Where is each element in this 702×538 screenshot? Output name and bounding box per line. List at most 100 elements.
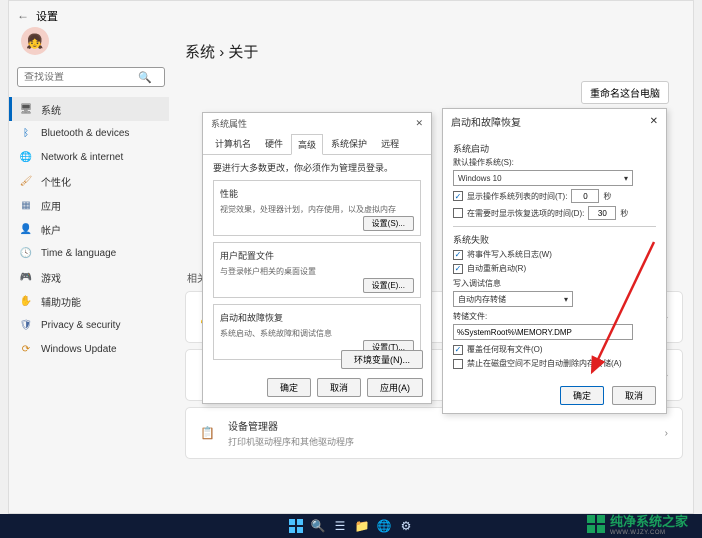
- sidebar-item-2[interactable]: 🌐 Network & internet: [9, 145, 169, 169]
- tab-4[interactable]: 远程: [375, 134, 405, 154]
- group-title: 性能: [220, 187, 414, 200]
- default-os-dropdown[interactable]: Windows 10 ▾: [453, 170, 633, 186]
- sidebar-label: 辅助功能: [41, 294, 81, 309]
- group-0: 性能视觉效果，处理器计划，内存使用，以及虚拟内存设置(S)...: [213, 180, 421, 236]
- sidebar-item-8[interactable]: ✋ 辅助功能: [9, 289, 169, 313]
- group-settings-button[interactable]: 设置(E)...: [363, 278, 414, 293]
- dlg1-apply[interactable]: 应用(A): [367, 378, 423, 397]
- show-os-list-seconds[interactable]: [571, 189, 599, 203]
- group-1: 用户配置文件与登录帐户相关的桌面设置设置(E)...: [213, 242, 421, 298]
- show-recovery-checkbox[interactable]: [453, 208, 463, 218]
- dump-file-label: 转储文件:: [453, 311, 656, 322]
- breadcrumb: 系统 › 关于: [185, 41, 683, 62]
- dlg1-ok[interactable]: 确定: [267, 378, 311, 397]
- debug-info-label: 写入调试信息: [453, 278, 656, 289]
- env-vars-button[interactable]: 环境变量(N)...: [341, 350, 423, 369]
- sidebar-label: Privacy & security: [41, 320, 120, 331]
- no-low-disk-checkbox[interactable]: [453, 359, 463, 369]
- tab-0[interactable]: 计算机名: [209, 134, 257, 154]
- auto-restart-label: 自动重新启动(R): [467, 263, 526, 274]
- sidebar-item-4[interactable]: ▦应用: [9, 193, 169, 217]
- crumb-system[interactable]: 系统: [185, 44, 215, 61]
- task-view-icon[interactable]: ☰: [331, 517, 349, 535]
- admin-note: 要进行大多数更改，你必须作为管理员登录。: [213, 161, 421, 174]
- group-desc: 视觉效果，处理器计划，内存使用，以及虚拟内存: [220, 204, 414, 215]
- window-title: 设置: [36, 8, 58, 24]
- group-desc: 与登录帐户相关的桌面设置: [220, 266, 414, 277]
- tab-3[interactable]: 系统保护: [325, 134, 373, 154]
- start-button[interactable]: [287, 517, 305, 535]
- startup-recovery-dialog: 启动和故障恢复 ✕ 系统启动 默认操作系统(S): Windows 10 ▾ ✓…: [442, 108, 667, 414]
- search-input[interactable]: [18, 72, 138, 83]
- sidebar-icon: ᛒ: [19, 128, 33, 139]
- watermark: 纯净系统之家 WWW.WJZY.COM: [587, 511, 688, 536]
- sidebar-icon: 🎮: [19, 272, 33, 283]
- sidebar-item-1[interactable]: ᛒ Bluetooth & devices: [9, 121, 169, 145]
- tab-1[interactable]: 硬件: [259, 134, 289, 154]
- sidebar-icon: 🖥: [19, 104, 33, 115]
- settings-icon[interactable]: ⚙: [397, 517, 415, 535]
- sidebar-label: Bluetooth & devices: [41, 128, 129, 139]
- overwrite-label: 覆盖任何现有文件(O): [467, 344, 543, 355]
- system-properties-dialog: 系统属性 ✕ 计算机名硬件高级系统保护远程 要进行大多数更改，你必须作为管理员登…: [202, 112, 432, 404]
- dlg1-close[interactable]: ✕: [415, 118, 423, 129]
- sec-label2: 秒: [620, 208, 628, 219]
- dlg2-cancel[interactable]: 取消: [612, 386, 656, 405]
- sidebar-item-3[interactable]: 🖌个性化: [9, 169, 169, 193]
- sidebar-icon: ▦: [19, 200, 33, 211]
- related-item-2[interactable]: 📋设备管理器打印机驱动程序和其他驱动程序›: [185, 407, 683, 459]
- avatar[interactable]: 👧: [21, 27, 49, 55]
- debug-info-dropdown[interactable]: 自动内存转储 ▾: [453, 291, 573, 307]
- sidebar-item-10[interactable]: ⟳Windows Update: [9, 337, 169, 361]
- overwrite-checkbox[interactable]: ✓: [453, 345, 463, 355]
- show-recovery-label: 在需要时显示恢复选项的时间(D):: [467, 208, 584, 219]
- chevron-right-icon: ›: [665, 428, 668, 439]
- related-icon: 📋: [200, 426, 218, 440]
- search-box[interactable]: 🔍: [17, 67, 165, 87]
- chevron-down-icon: ▾: [564, 295, 568, 304]
- dlg1-tabs: 计算机名硬件高级系统保护远程: [203, 134, 431, 155]
- back-button[interactable]: ←: [17, 8, 29, 22]
- sidebar-item-9[interactable]: 🛡 Privacy & security: [9, 313, 169, 337]
- group-settings-button[interactable]: 设置(S)...: [363, 216, 414, 231]
- sidebar-icon: 🖌: [19, 176, 33, 187]
- edge-icon[interactable]: 🌐: [375, 517, 393, 535]
- explorer-icon[interactable]: 📁: [353, 517, 371, 535]
- show-recovery-seconds[interactable]: [588, 206, 616, 220]
- sidebar-label: 游戏: [41, 270, 61, 285]
- group-desc: 系统启动、系统故障和调试信息: [220, 328, 414, 339]
- sidebar-item-6[interactable]: 🕓Time & language: [9, 241, 169, 265]
- write-log-checkbox[interactable]: ✓: [453, 250, 463, 260]
- dlg2-close[interactable]: ✕: [650, 116, 658, 127]
- sidebar: 🖥 系统 ᛒ Bluetooth & devices 🌐 Network & intern…: [9, 97, 169, 361]
- sec-label: 秒: [603, 191, 611, 202]
- sidebar-icon: 🌐: [19, 152, 33, 163]
- search-taskbar-icon[interactable]: 🔍: [309, 517, 327, 535]
- dump-file-input[interactable]: [453, 324, 633, 340]
- auto-restart-checkbox[interactable]: ✓: [453, 264, 463, 274]
- sidebar-label: Network & internet: [41, 152, 123, 163]
- sidebar-item-5[interactable]: 👤帐户: [9, 217, 169, 241]
- watermark-url: WWW.WJZY.COM: [610, 530, 688, 536]
- sidebar-label: 系统: [41, 102, 61, 117]
- default-os-label: 默认操作系统(S):: [453, 157, 656, 168]
- show-os-list-label: 显示操作系统列表的时间(T):: [467, 191, 567, 202]
- dlg2-ok[interactable]: 确定: [560, 386, 604, 405]
- rename-pc-button[interactable]: 重命名这台电脑: [581, 81, 669, 104]
- tab-2[interactable]: 高级: [291, 134, 323, 155]
- chevron-down-icon: ▾: [624, 174, 628, 183]
- crumb-about: 关于: [228, 44, 258, 61]
- related-sub: 打印机驱动程序和其他驱动程序: [228, 435, 354, 448]
- group-title: 用户配置文件: [220, 249, 414, 262]
- group-title: 启动和故障恢复: [220, 311, 414, 324]
- search-icon: 🔍: [138, 71, 152, 84]
- startup-heading: 系统启动: [453, 142, 656, 155]
- sidebar-item-7[interactable]: 🎮 游戏: [9, 265, 169, 289]
- sidebar-icon: ✋: [19, 296, 33, 307]
- sidebar-item-0[interactable]: 🖥 系统: [9, 97, 169, 121]
- watermark-logo: [587, 515, 605, 533]
- sidebar-icon: ⟳: [19, 344, 33, 355]
- dlg1-cancel[interactable]: 取消: [317, 378, 361, 397]
- show-os-list-checkbox[interactable]: ✓: [453, 191, 463, 201]
- sidebar-icon: 🛡: [19, 320, 33, 331]
